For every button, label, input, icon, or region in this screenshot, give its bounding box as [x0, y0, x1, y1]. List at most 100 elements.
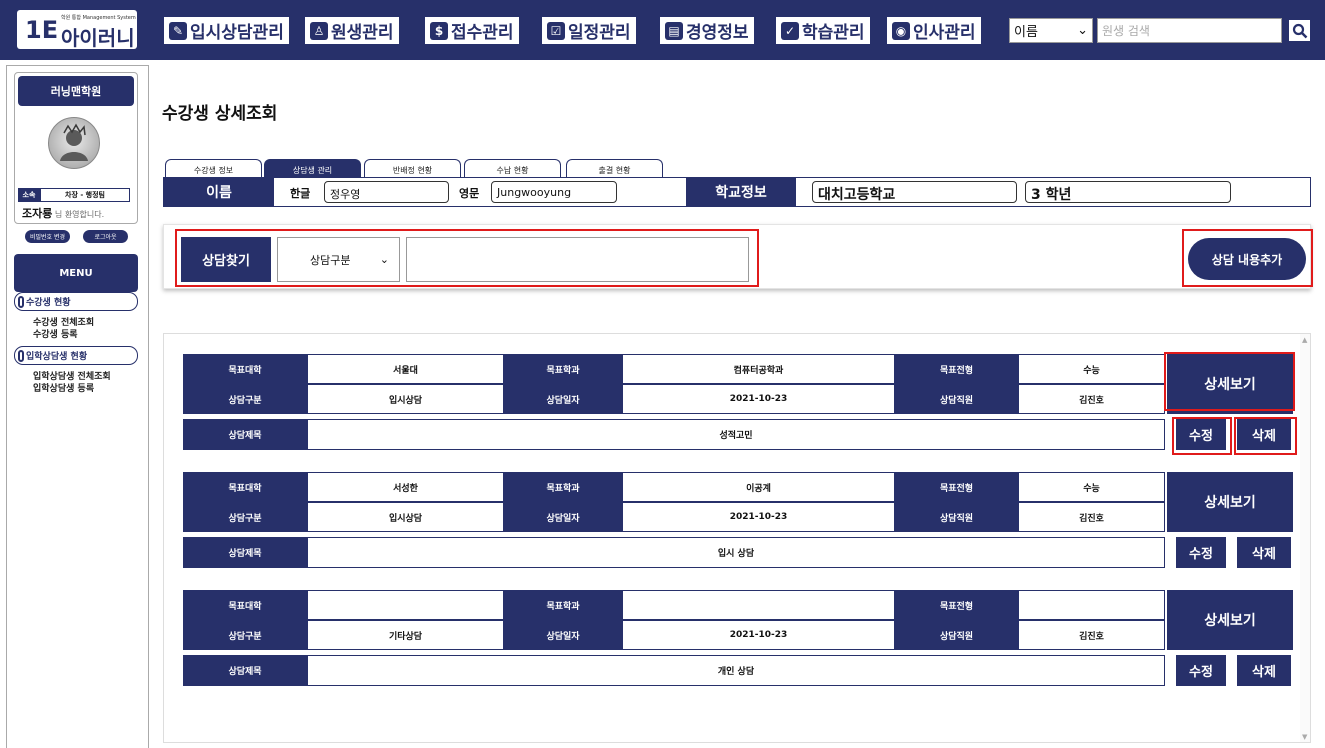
consult-title-label: 상담제목: [183, 655, 307, 686]
avatar-portrait-icon: [60, 123, 88, 161]
consult-staff-label: 상담직원: [895, 384, 1018, 414]
consult-date-value: 2021-10-23: [622, 384, 895, 414]
nav-student-manage[interactable]: ♙ 원생관리: [305, 17, 399, 44]
target-univ-value: 서울대: [307, 354, 504, 384]
delete-button[interactable]: 삭제: [1237, 655, 1291, 686]
target-univ-value: [307, 590, 504, 620]
school-header: 학교정보: [686, 178, 796, 206]
logo-mark: 1E: [25, 15, 59, 44]
logout-button[interactable]: 로그아웃: [83, 230, 128, 243]
search-button[interactable]: [1287, 18, 1312, 43]
target-major-value: 이공계: [622, 472, 895, 502]
edit-button[interactable]: 수정: [1176, 537, 1226, 568]
detail-view-button[interactable]: 상세보기: [1167, 590, 1293, 650]
department-value: 차장 - 행정팀: [40, 188, 130, 202]
nav-label: 학습관리: [802, 23, 865, 43]
scroll-down-icon[interactable]: ▼: [1302, 733, 1307, 741]
consult-type-value: 기타상담: [307, 620, 504, 650]
target-track-label: 목표전형: [895, 472, 1018, 502]
school-name-field[interactable]: 대치고등학교: [812, 181, 1017, 203]
target-major-label: 목표학과: [504, 354, 622, 384]
consult-staff-value: 김진호: [1018, 502, 1165, 532]
people-icon: ◉: [892, 21, 910, 40]
chevron-down-icon: ⌄: [1077, 23, 1088, 38]
welcome-suffix: 님 환영합니다.: [52, 210, 105, 219]
menu-item-admission-list[interactable]: 입학상담생 전체조회: [33, 372, 111, 383]
academy-name: 러닝맨학원: [18, 76, 134, 106]
nav-business-info[interactable]: ▤ 경영정보: [660, 17, 754, 44]
nav-schedule-manage[interactable]: ☑ 일정관리: [542, 17, 636, 44]
consult-search-input[interactable]: [406, 237, 749, 282]
department-tag: 소속: [18, 188, 40, 202]
target-major-value: 컴퓨터공학과: [622, 354, 895, 384]
menu-group-label: 입학상담생 현황: [26, 352, 88, 362]
add-consult-button[interactable]: 상담 내용추가: [1188, 238, 1306, 280]
dollar-icon: $: [430, 21, 448, 40]
delete-button[interactable]: 삭제: [1237, 537, 1291, 568]
student-search-input[interactable]: 원생 검색: [1097, 18, 1282, 43]
korean-name-label: 한글: [290, 187, 311, 200]
edit-button[interactable]: 수정: [1176, 655, 1226, 686]
english-name-field[interactable]: Jungwooyung: [491, 181, 617, 203]
consult-staff-label: 상담직원: [895, 502, 1018, 532]
english-name-label: 영문: [459, 187, 480, 200]
consult-staff-label: 상담직원: [895, 620, 1018, 650]
menu-title: MENU: [14, 254, 138, 292]
change-password-button[interactable]: 비밀번호 변경: [25, 230, 70, 243]
grade-field[interactable]: 3 학년: [1025, 181, 1231, 203]
nav-hr-manage[interactable]: ◉ 인사관리: [887, 17, 981, 44]
consult-date-value: 2021-10-23: [622, 502, 895, 532]
menu-item-admission-register[interactable]: 입학상담생 등록: [33, 384, 94, 395]
consult-title-label: 상담제목: [183, 419, 307, 450]
scroll-up-icon[interactable]: ▲: [1302, 336, 1307, 344]
tab-payment-status[interactable]: 수납 현황: [464, 159, 561, 177]
document-icon: ▤: [665, 21, 683, 40]
menu-group-admission[interactable]: 입학상담생 현황: [14, 346, 138, 365]
consult-staff-value: 김진호: [1018, 384, 1165, 414]
consult-title-value: 입시 상담: [307, 537, 1165, 568]
pencil-icon: ✎: [169, 21, 187, 40]
target-track-value: [1018, 590, 1165, 620]
nav-learning-manage[interactable]: ✓ 학습관리: [776, 17, 870, 44]
scrollbar[interactable]: [1300, 334, 1310, 742]
nav-reception-manage[interactable]: $ 접수관리: [425, 17, 519, 44]
target-major-label: 목표학과: [504, 590, 622, 620]
nav-label: 일정관리: [568, 23, 631, 43]
consult-type-value: 상담구분: [310, 253, 351, 267]
app-logo[interactable]: 1E 학원 통합 Management System 아이러니: [17, 10, 137, 50]
korean-name-field[interactable]: 정우영: [324, 181, 449, 203]
nav-label: 경영정보: [686, 23, 749, 43]
menu-group-label: 수강생 현황: [26, 298, 71, 308]
department-row: 소속 차장 - 행정팀: [18, 188, 130, 202]
target-univ-label: 목표대학: [183, 354, 307, 384]
consult-type-select[interactable]: 상담구분 ⌄: [277, 237, 400, 282]
consult-record-card: 목표대학 서울대 목표학과 컴퓨터공학과 목표전형 수능 상담구분 입시상담 상…: [181, 352, 1296, 454]
page-title: 수강생 상세조회: [162, 104, 278, 124]
consult-type-label: 상담구분: [183, 502, 307, 532]
check-icon: ✓: [781, 21, 799, 40]
tab-consult-manage[interactable]: 상담생 관리: [264, 159, 361, 177]
nav-admission-consult[interactable]: ✎ 입시상담관리: [164, 17, 289, 44]
menu-item-student-register[interactable]: 수강생 등록: [33, 330, 78, 341]
tab-student-info[interactable]: 수강생 정보: [165, 159, 262, 177]
search-type-select[interactable]: 이름 ⌄: [1009, 18, 1093, 43]
nav-label: 인사관리: [913, 23, 976, 43]
highlight-edit-button: [1172, 417, 1232, 455]
consult-title-label: 상담제목: [183, 537, 307, 568]
menu-item-student-list[interactable]: 수강생 전체조회: [33, 318, 94, 329]
detail-view-button[interactable]: 상세보기: [1167, 472, 1293, 532]
search-type-value: 이름: [1014, 25, 1038, 40]
menu-bullet-icon: [18, 295, 24, 308]
consult-date-label: 상담일자: [504, 384, 622, 414]
menu-group-students[interactable]: 수강생 현황: [14, 292, 138, 311]
consult-title-value: 개인 상담: [307, 655, 1165, 686]
consult-record-card: 목표대학 서성한 목표학과 이공계 목표전형 수능 상담구분 입시상담 상담일자…: [181, 470, 1296, 572]
tab-attendance[interactable]: 출결 현황: [566, 159, 663, 177]
logo-text: 아이러니: [61, 26, 135, 50]
target-track-label: 목표전형: [895, 354, 1018, 384]
target-track-label: 목표전형: [895, 590, 1018, 620]
nav-label: 접수관리: [451, 23, 514, 43]
tab-class-assignment[interactable]: 반배정 현황: [364, 159, 461, 177]
consult-date-label: 상담일자: [504, 620, 622, 650]
consult-type-label: 상담구분: [183, 620, 307, 650]
